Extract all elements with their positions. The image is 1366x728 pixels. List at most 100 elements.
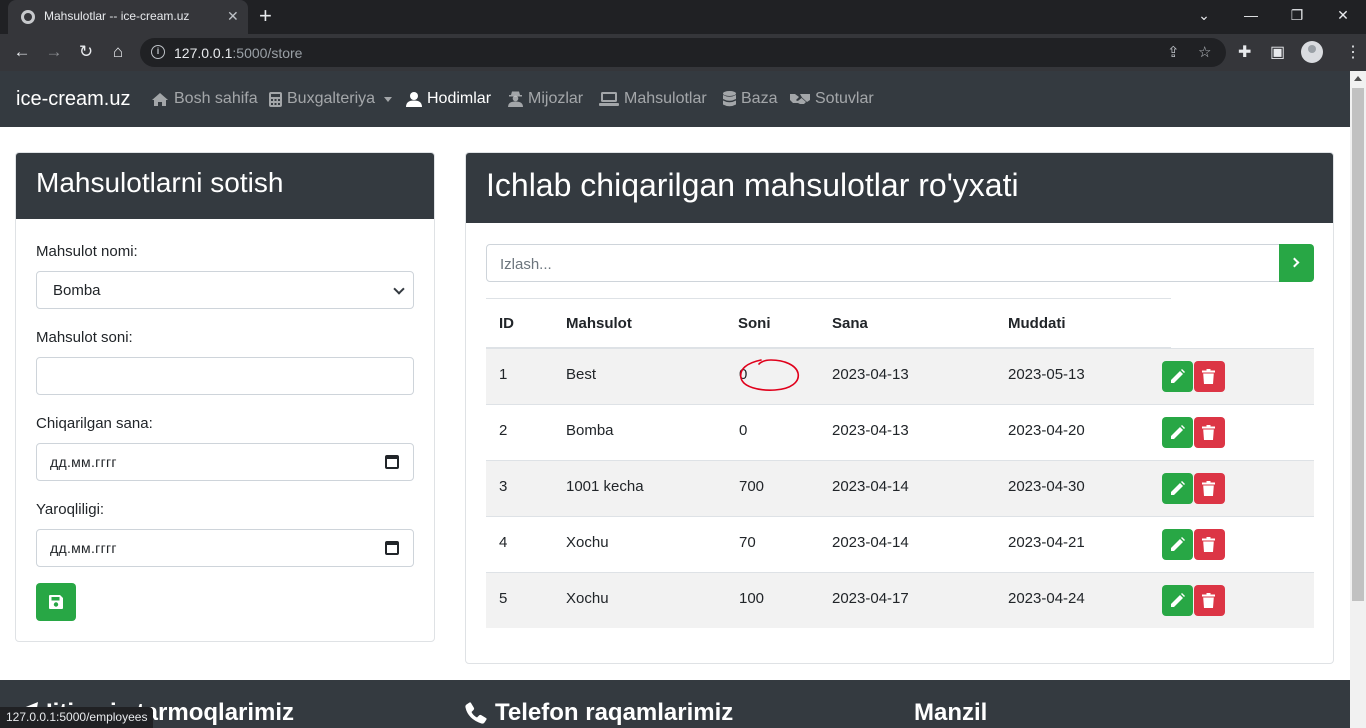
browser-toolbar: ← → ↻ ⌂ i 127.0.0.1:5000/store ⇪ ☆ ✚ ▣ ⋮ (0, 34, 1366, 71)
browser-tab[interactable]: Mahsulotlar -- ice-cream.uz ✕ (8, 0, 248, 34)
edit-button[interactable] (1162, 473, 1193, 504)
nav-label: Baza (741, 90, 778, 107)
chevron-right-icon (1289, 257, 1300, 268)
column-header-id: ID (499, 315, 514, 332)
cell-id: 3 (499, 478, 508, 495)
extensions-icon[interactable]: ✚ (1238, 42, 1251, 62)
delete-button[interactable] (1194, 529, 1225, 560)
save-icon (49, 595, 63, 609)
pencil-icon (1171, 537, 1185, 551)
cell-date: 2023-04-14 (832, 534, 909, 551)
address-bar[interactable]: i 127.0.0.1:5000/store ⇪ ☆ (140, 38, 1226, 67)
window-close-icon[interactable]: ✕ (1320, 4, 1366, 28)
table-row: 5 Xochu 100 2023-04-17 2023-04-24 (486, 572, 1314, 628)
delete-button[interactable] (1194, 473, 1225, 504)
tab-search-chevron-icon[interactable]: ⌄ (1181, 4, 1227, 28)
new-tab-icon[interactable]: + (259, 4, 272, 28)
minimize-icon[interactable]: — (1228, 4, 1274, 28)
quantity-input[interactable] (36, 357, 414, 395)
cell-quantity: 70 (739, 534, 756, 551)
sell-form-header: Mahsulotlarni sotish (16, 153, 434, 219)
reload-icon[interactable]: ↻ (73, 40, 99, 64)
scroll-up-arrow-icon[interactable] (1354, 76, 1362, 81)
trash-icon (1202, 537, 1215, 552)
tab-close-icon[interactable]: ✕ (227, 8, 239, 24)
cell-date: 2023-04-13 (832, 422, 909, 439)
delete-button[interactable] (1194, 361, 1225, 392)
product-name-select[interactable]: Bomba (36, 271, 414, 309)
search-placeholder: Izlash... (500, 256, 552, 273)
sell-form-title: Mahsulotlarni sotish (36, 167, 284, 198)
pencil-icon (1171, 425, 1185, 439)
nav-bosh-sahifa[interactable]: Bosh sahifa (151, 90, 258, 108)
delete-button[interactable] (1194, 585, 1225, 616)
search-input[interactable]: Izlash... (486, 244, 1280, 282)
browser-tab-bar: Mahsulotlar -- ice-cream.uz ✕ + ⌄ — ❐ ✕ (0, 0, 1366, 34)
trash-icon (1202, 369, 1215, 384)
site-info-icon[interactable]: i (151, 45, 165, 59)
cell-id: 1 (499, 366, 508, 383)
tab-title: Mahsulotlar -- ice-cream.uz (44, 9, 190, 23)
calendar-icon[interactable] (385, 541, 399, 555)
table-row: 4 Xochu 70 2023-04-14 2023-04-21 (486, 516, 1314, 572)
nav-baza[interactable]: Baza (723, 90, 777, 108)
expiry-date-input[interactable]: дд.мм.гггг (36, 529, 414, 567)
quantity-label: Mahsulot soni: (36, 329, 133, 346)
delete-button[interactable] (1194, 417, 1225, 448)
cell-quantity: 700 (739, 478, 765, 495)
product-name-selected: Bomba (53, 282, 101, 299)
menu-icon[interactable]: ⋮ (1345, 42, 1361, 62)
cell-product: Bomba (566, 422, 614, 439)
brand-link[interactable]: ice-cream.uz (16, 88, 130, 111)
calendar-icon[interactable] (385, 455, 399, 469)
nav-mijozlar[interactable]: Mijozlar (508, 90, 583, 108)
back-icon[interactable]: ← (9, 40, 35, 64)
database-icon (723, 91, 736, 107)
edit-button[interactable] (1162, 529, 1193, 560)
user-secret-icon (508, 91, 523, 107)
cell-quantity: 100 (739, 590, 765, 607)
footer-address-title: Manzil (914, 699, 988, 726)
profile-avatar[interactable] (1301, 41, 1323, 63)
search-button[interactable] (1279, 244, 1314, 282)
nav-label: Sotuvlar (815, 90, 874, 107)
column-header-muddati: Muddati (1008, 315, 1066, 332)
page-scrollbar[interactable] (1350, 71, 1366, 728)
produced-date-label: Chiqarilgan sana: (36, 415, 153, 432)
edit-button[interactable] (1162, 417, 1193, 448)
nav-label: Hodimlar (427, 90, 492, 107)
table-row: 2 Bomba 0 2023-04-13 2023-04-20 (486, 404, 1314, 460)
restore-icon[interactable]: ❐ (1274, 4, 1320, 28)
forward-icon[interactable]: → (41, 40, 67, 64)
chevron-down-icon (393, 283, 405, 295)
cell-expiry: 2023-05-13 (1008, 366, 1085, 383)
user-icon (406, 91, 422, 107)
nav-mahsulotlar[interactable]: Mahsulotlar (599, 90, 707, 108)
product-name-label: Mahsulot nomi: (36, 243, 138, 260)
cell-expiry: 2023-04-30 (1008, 478, 1085, 495)
table-row: 3 1001 kecha 700 2023-04-14 2023-04-30 (486, 460, 1314, 516)
side-panel-icon[interactable]: ▣ (1270, 42, 1285, 62)
cell-id: 2 (499, 422, 508, 439)
expiry-date-placeholder: дд.мм.гггг (50, 540, 117, 556)
edit-button[interactable] (1162, 361, 1193, 392)
bookmark-star-icon[interactable]: ☆ (1198, 43, 1211, 61)
nav-sotuvlar[interactable]: Sotuvlar (790, 90, 874, 108)
column-header-soni: Soni (738, 315, 771, 332)
address-url: 127.0.0.1:5000/store (174, 45, 303, 61)
nav-hodimlar[interactable]: Hodimlar (406, 90, 491, 108)
cell-expiry: 2023-04-20 (1008, 422, 1085, 439)
produced-date-input[interactable]: дд.мм.гггг (36, 443, 414, 481)
save-button[interactable] (36, 583, 76, 621)
table-top-border (486, 298, 1171, 299)
share-icon[interactable]: ⇪ (1167, 43, 1180, 61)
cell-quantity: 0 (739, 422, 748, 439)
keyboard-icon (599, 92, 619, 106)
scroll-thumb[interactable] (1352, 88, 1364, 601)
edit-button[interactable] (1162, 585, 1193, 616)
pencil-icon (1171, 481, 1185, 495)
home-button-icon[interactable]: ⌂ (105, 40, 131, 64)
red-circle-annotation (739, 359, 800, 391)
nav-buxgalteriya[interactable]: Buxgalteriya (269, 90, 393, 108)
cell-date: 2023-04-13 (832, 366, 909, 383)
